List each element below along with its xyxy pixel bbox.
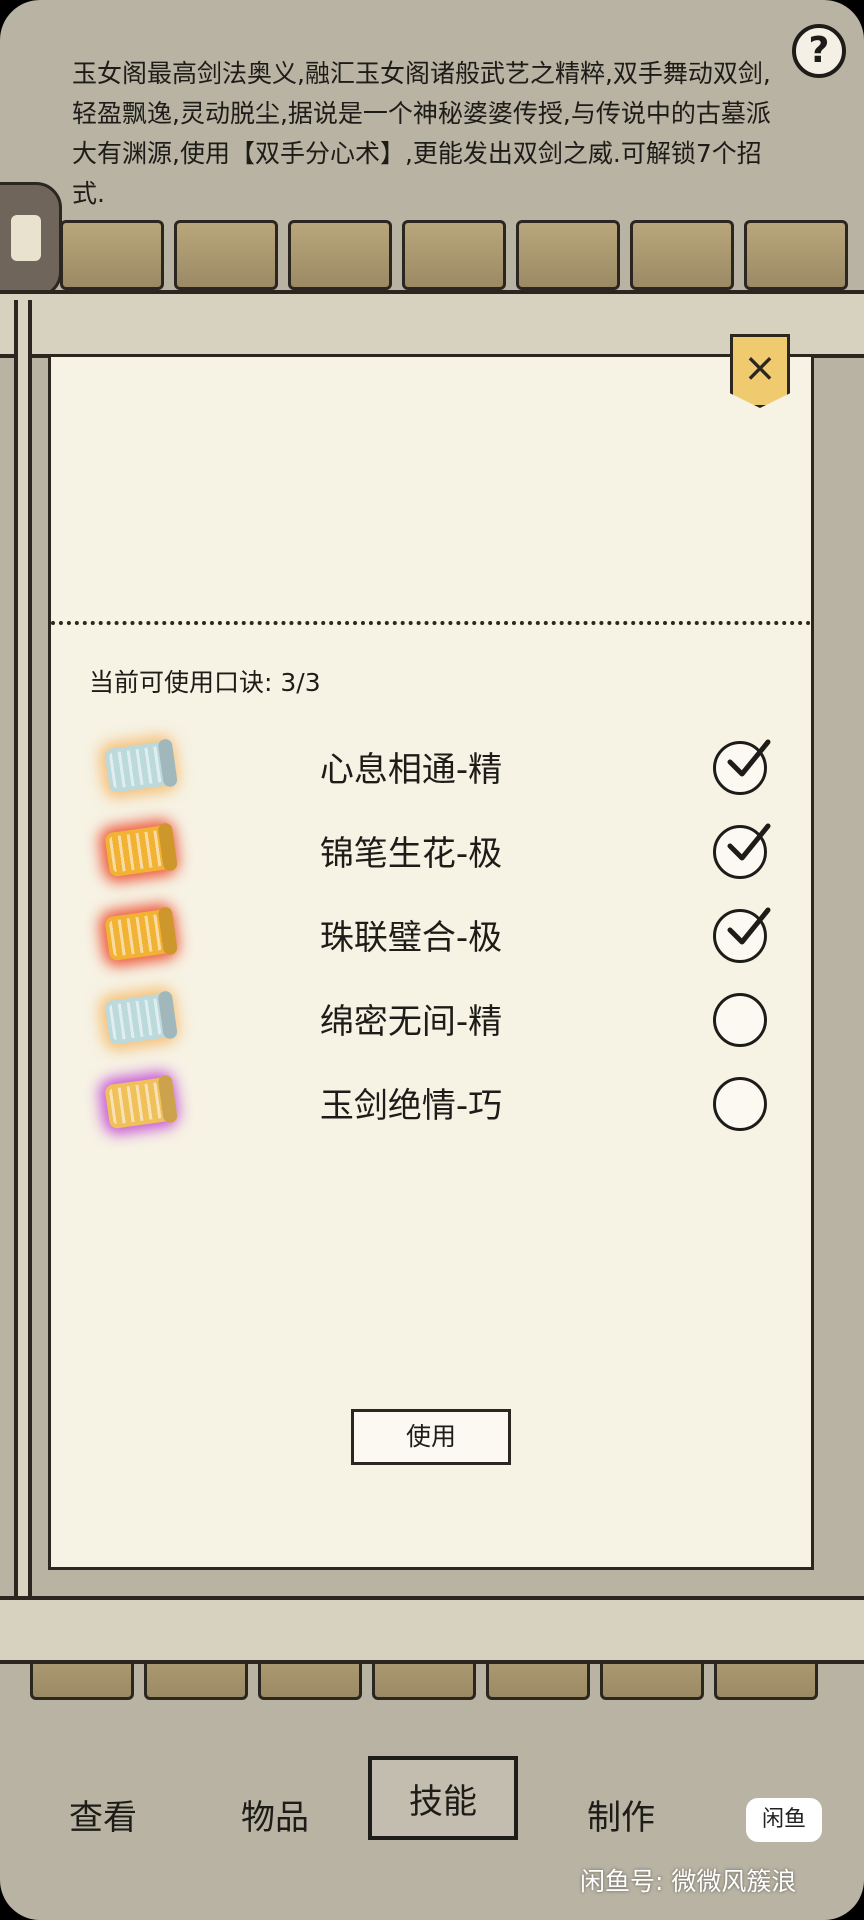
mantra-row[interactable]: 绵密无间-精 [51, 987, 811, 1061]
scroll-icon [104, 1076, 174, 1130]
mantra-row[interactable]: 珠联璧合-极 [51, 903, 811, 977]
mantra-row[interactable]: 锦笔生花-极 [51, 819, 811, 893]
unselected-circle-icon[interactable] [713, 993, 767, 1047]
mantra-name: 锦笔生花-极 [319, 834, 503, 874]
selected-check-icon[interactable] [713, 823, 771, 879]
mantra-row[interactable]: 心息相通-精 [51, 735, 811, 809]
scroll-icon [104, 908, 174, 962]
scroll-icon [104, 824, 174, 878]
mantra-row[interactable]: 玉剑绝情-巧 [51, 1071, 811, 1145]
nav-tab-items[interactable]: 物品 [200, 1790, 350, 1839]
selected-check-icon[interactable] [713, 739, 771, 795]
mantra-count-label: 当前可使用口诀: 3/3 [89, 668, 321, 697]
unselected-circle-icon[interactable] [713, 1077, 767, 1131]
question-mark-icon[interactable]: ? [792, 24, 846, 78]
nav-tab-view[interactable]: 查看 [28, 1790, 178, 1839]
mantra-select-dialog: 当前可使用口诀: 3/3 心息相通-精 锦笔生花-极 珠联璧合-极 绵密无间-精 [48, 354, 814, 1570]
watermark-text: 闲鱼号: 微微风簇浪 [580, 1867, 797, 1896]
mantra-name: 心息相通-精 [319, 750, 503, 790]
top-shelf-decoration [0, 220, 864, 290]
watermark-logo: 闲鱼 [746, 1798, 822, 1842]
mantra-name: 绵密无间-精 [319, 1002, 503, 1042]
selected-check-icon[interactable] [713, 907, 771, 963]
nav-tab-craft[interactable]: 制作 [546, 1790, 696, 1839]
scroll-roll-bottom [0, 1596, 864, 1664]
scroll-frame-left [14, 300, 32, 1660]
scroll-icon [104, 740, 174, 794]
close-x-icon[interactable]: × [730, 334, 790, 408]
skill-description: 玉女阁最高剑法奥义,融汇玉女阁诸般武艺之精粹,双手舞动双剑,轻盈飘逸,灵动脱尘,… [72, 59, 771, 208]
mantra-name: 珠联璧合-极 [319, 918, 503, 958]
mantra-name: 玉剑绝情-巧 [319, 1086, 503, 1126]
use-button[interactable]: 使用 [351, 1409, 511, 1465]
game-screen: 玉女阁最高剑法奥义,融汇玉女阁诸般武艺之精粹,双手舞动双剑,轻盈飘逸,灵动脱尘,… [0, 0, 864, 1920]
nav-tab-skills[interactable]: 技能 [368, 1756, 518, 1840]
scroll-icon [104, 992, 174, 1046]
dotted-divider [51, 621, 811, 625]
